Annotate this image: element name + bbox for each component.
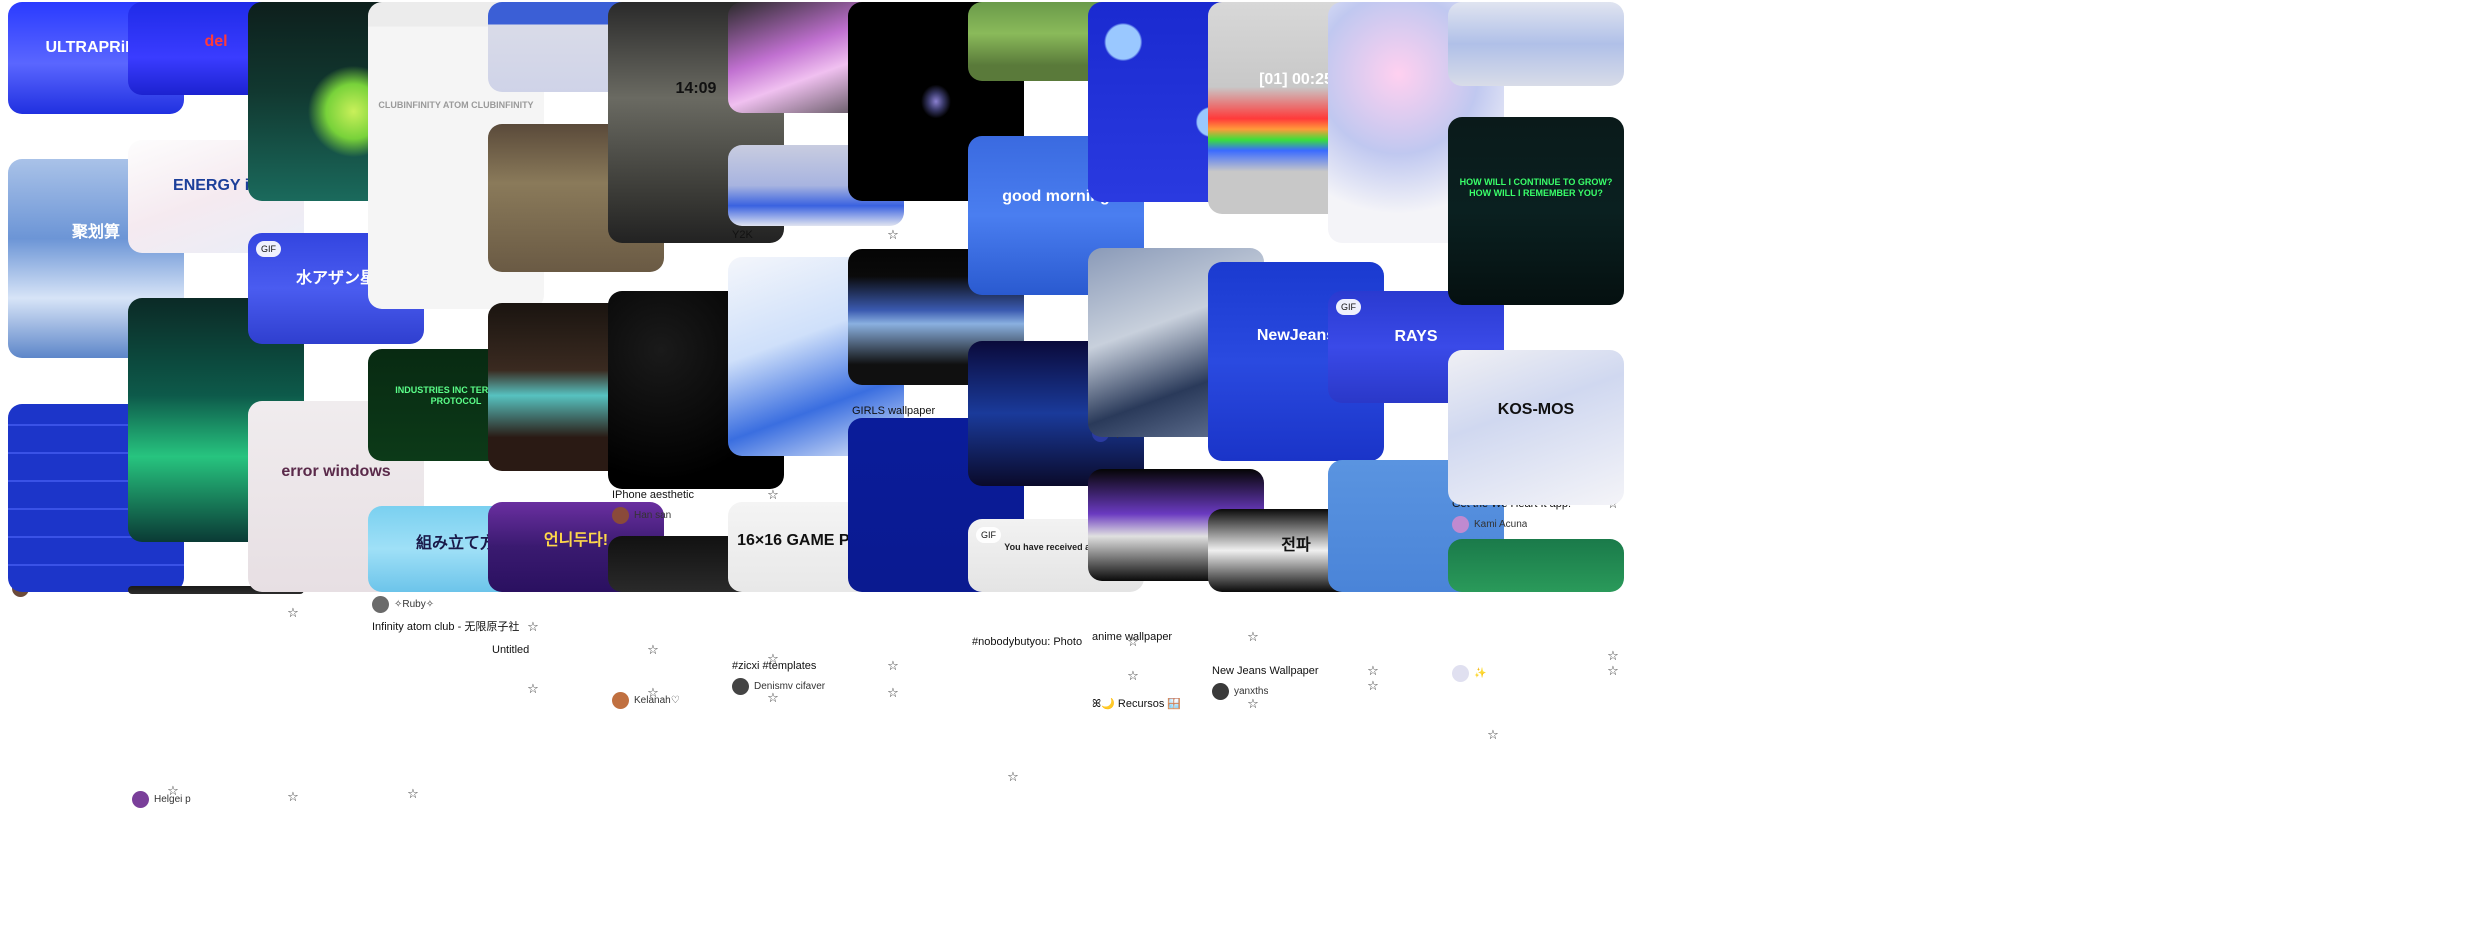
- save-star-icon[interactable]: ☆: [526, 682, 540, 696]
- avatar[interactable]: [372, 595, 389, 613]
- pin-image-text: RAYS: [1394, 328, 1438, 345]
- save-star-icon[interactable]: ☆: [886, 686, 900, 700]
- save-star-icon[interactable]: ☆: [286, 606, 300, 620]
- pin-author[interactable]: Denismv cifaver: [732, 677, 882, 695]
- author-name: Han san: [634, 509, 672, 521]
- avatar[interactable]: [732, 677, 749, 695]
- save-star-icon[interactable]: ☆: [646, 643, 660, 657]
- gif-badge: GIF: [976, 527, 1001, 543]
- pin-image-text: KOS-MOS: [1497, 401, 1575, 418]
- author-name: ✨: [1474, 667, 1487, 679]
- gif-badge: GIF: [256, 241, 281, 257]
- author-name: Kami Acuna: [1474, 518, 1528, 530]
- avatar[interactable]: [132, 790, 149, 808]
- save-star-icon[interactable]: ☆: [1606, 649, 1620, 663]
- save-star-icon[interactable]: ☆: [886, 659, 900, 673]
- save-star-icon[interactable]: ☆: [766, 488, 780, 502]
- pin-image[interactable]: HOW WILL I CONTINUE TO GROW? HOW WILL I …: [1448, 117, 1624, 305]
- pin-card[interactable]: HOW WILL I CONTINUE TO GROW? HOW WILL I …: [1448, 117, 1624, 533]
- author-name: ✧Ruby✧: [394, 598, 435, 610]
- pin-image-text: HOW WILL I CONTINUE TO GROW? HOW WILL I …: [1459, 177, 1613, 198]
- avatar[interactable]: [1212, 682, 1229, 700]
- author-name: Helgei p: [154, 793, 191, 805]
- save-star-icon[interactable]: ☆: [286, 790, 300, 804]
- save-star-icon[interactable]: ☆: [406, 787, 420, 801]
- pin-author[interactable]: yanxths: [1212, 682, 1362, 700]
- pin-image-text: error windows: [281, 463, 391, 480]
- save-star-icon[interactable]: ☆: [1246, 630, 1260, 644]
- pin-title[interactable]: New Jeans Wallpaper: [1212, 665, 1360, 678]
- author-name: Denismv cifaver: [754, 680, 826, 692]
- pin-image[interactable]: KOS-MOS: [1448, 350, 1624, 505]
- pin-card[interactable]: KOS-MOS ☆ ✨: [1448, 350, 1624, 682]
- save-star-icon[interactable]: ☆: [1366, 664, 1380, 678]
- pin-title[interactable]: Untitled: [492, 644, 640, 657]
- pin-author[interactable]: Helgei p: [132, 790, 282, 808]
- pin-image[interactable]: [1448, 2, 1624, 86]
- save-star-icon[interactable]: ☆: [1126, 669, 1140, 683]
- avatar[interactable]: [1452, 664, 1469, 682]
- pin-title[interactable]: anime wallpaper: [1092, 631, 1240, 644]
- pin-title[interactable]: #zicxi #templates: [732, 660, 880, 673]
- pin-author[interactable]: ✧Ruby✧: [372, 595, 522, 613]
- author-name: yanxths: [1234, 685, 1269, 697]
- avatar[interactable]: [612, 506, 629, 524]
- save-star-icon[interactable]: ☆: [1606, 664, 1620, 678]
- author-name: Kelanah♡: [634, 694, 680, 706]
- pin-board: ULTRAPRiNTUltraprint - Free Retro Displ.…: [0, 0, 2467, 931]
- pin-image[interactable]: [1448, 539, 1624, 592]
- avatar[interactable]: [1452, 515, 1469, 533]
- save-star-icon[interactable]: ☆: [886, 228, 900, 242]
- save-star-icon[interactable]: ☆: [526, 620, 540, 634]
- pin-card[interactable]: ☆: [1448, 539, 1624, 663]
- pin-image-text: CLUBINFINITY ATOM CLUBINFINITY: [378, 100, 534, 110]
- pin-title[interactable]: IPhone aesthetic: [612, 489, 760, 502]
- pin-author[interactable]: ✨: [1452, 664, 1602, 682]
- pin-author[interactable]: Kami Acuna: [1452, 515, 1602, 533]
- gif-badge: GIF: [1336, 299, 1361, 315]
- pin-title[interactable]: Infinity atom club - 无限原子社: [372, 621, 520, 634]
- avatar[interactable]: [612, 691, 629, 709]
- save-star-icon[interactable]: ☆: [1486, 728, 1500, 742]
- pin-card[interactable]: Bananodore!☆: [1448, 2, 1624, 188]
- save-star-icon[interactable]: ☆: [1366, 679, 1380, 693]
- pin-title[interactable]: Y2K: [732, 229, 880, 242]
- save-star-icon[interactable]: ☆: [1006, 770, 1020, 784]
